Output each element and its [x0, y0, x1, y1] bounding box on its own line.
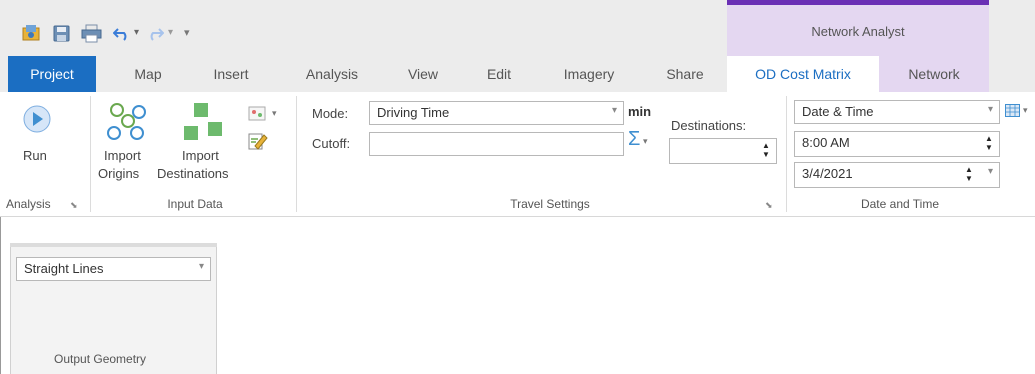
- stepper-arrows-icon[interactable]: ▲ ▼: [985, 134, 993, 152]
- calendar-dropdown-icon[interactable]: ▾: [1023, 105, 1028, 116]
- travel-settings-group-label: Travel Settings: [510, 197, 590, 211]
- group-separator: [90, 96, 91, 212]
- undo-dropdown-icon[interactable]: ▾: [134, 27, 139, 38]
- symbology-dropdown-icon[interactable]: ▾: [272, 108, 277, 119]
- project-icon[interactable]: [22, 24, 42, 42]
- mode-label: Mode:: [312, 106, 349, 121]
- accumulate-attributes-icon[interactable]: Σ: [628, 128, 640, 151]
- contextual-tab-group-label: Network Analyst: [811, 24, 905, 39]
- undo-icon[interactable]: [113, 25, 131, 41]
- stepper-arrows-icon[interactable]: ▲ ▼: [762, 141, 770, 159]
- tab-network[interactable]: Network: [879, 56, 989, 92]
- output-geometry-value: Straight Lines: [24, 261, 104, 276]
- stepper-arrows-icon[interactable]: ▲ ▼: [965, 165, 973, 183]
- quick-access-toolbar-right: [989, 0, 1035, 56]
- save-icon[interactable]: [53, 25, 71, 42]
- tab-insert[interactable]: Insert: [196, 56, 266, 92]
- tab-map[interactable]: Map: [118, 56, 178, 92]
- import-destinations-icon[interactable]: [184, 102, 226, 142]
- import-origins-label-line1[interactable]: Import: [104, 148, 141, 163]
- group-separator: [296, 96, 297, 212]
- accumulate-dropdown-icon[interactable]: ▾: [643, 136, 648, 147]
- import-destinations-label-line2[interactable]: Destinations: [157, 166, 229, 181]
- import-destinations-label-line1[interactable]: Import: [182, 148, 219, 163]
- edit-data-icon[interactable]: [248, 132, 268, 150]
- tab-imagery[interactable]: Imagery: [540, 56, 638, 92]
- analysis-dialog-launcher-icon[interactable]: ⬊: [70, 200, 78, 211]
- tab-od-cost-matrix[interactable]: OD Cost Matrix: [727, 56, 879, 92]
- customize-quick-access-icon[interactable]: ▾: [184, 26, 190, 39]
- tab-project[interactable]: Project: [8, 56, 96, 92]
- import-origins-icon[interactable]: [104, 102, 150, 142]
- import-origins-label-line2[interactable]: Origins: [98, 166, 139, 181]
- time-input-stepper[interactable]: 8:00 AM ▲ ▼: [794, 131, 1000, 157]
- date-value: 3/4/2021: [802, 166, 853, 181]
- calendar-icon[interactable]: [1005, 103, 1021, 118]
- cutoff-label: Cutoff:: [312, 136, 351, 151]
- chevron-down-icon: ▾: [198, 261, 204, 272]
- tab-share[interactable]: Share: [652, 56, 718, 92]
- chevron-down-icon: ▾: [987, 104, 993, 115]
- input-data-group-label: Input Data: [167, 197, 223, 211]
- date-time-type-dropdown[interactable]: Date & Time ▾: [794, 100, 1000, 124]
- output-geometry-group-label: Output Geometry: [54, 352, 147, 366]
- contextual-tab-accent-bar: [727, 0, 989, 5]
- output-geometry-dropdown[interactable]: Straight Lines ▾: [16, 257, 211, 281]
- cutoff-unit-label: min: [628, 104, 652, 119]
- date-picker-dropdown-icon[interactable]: ▾: [988, 166, 993, 177]
- travel-settings-dialog-launcher-icon[interactable]: ⬊: [765, 200, 773, 211]
- travel-mode-dropdown[interactable]: Driving Time ▾: [369, 101, 624, 125]
- redo-icon[interactable]: [146, 25, 164, 41]
- output-geometry-panel-top-edge: [10, 243, 217, 247]
- time-value: 8:00 AM: [802, 135, 850, 150]
- date-and-time-group-label: Date and Time: [860, 197, 940, 211]
- destinations-label: Destinations:: [671, 118, 747, 133]
- destinations-count-stepper[interactable]: ▲ ▼: [669, 138, 777, 164]
- redo-dropdown-icon[interactable]: ▾: [168, 27, 173, 38]
- quick-access-toolbar: [0, 0, 727, 56]
- analysis-group-label: Analysis: [6, 197, 51, 211]
- cutoff-input[interactable]: [369, 132, 624, 156]
- run-button-label[interactable]: Run: [23, 148, 47, 163]
- symbology-icon[interactable]: [248, 106, 268, 122]
- group-separator: [786, 96, 787, 212]
- tab-edit[interactable]: Edit: [472, 56, 526, 92]
- tab-analysis[interactable]: Analysis: [290, 56, 374, 92]
- travel-mode-value: Driving Time: [377, 105, 450, 120]
- chevron-down-icon: ▾: [611, 105, 617, 116]
- date-input-stepper[interactable]: 3/4/2021 ▲ ▼ ▾: [794, 162, 1000, 188]
- run-icon[interactable]: [22, 104, 52, 134]
- date-time-type-value: Date & Time: [802, 104, 874, 119]
- print-icon[interactable]: [81, 24, 103, 43]
- tab-view[interactable]: View: [392, 56, 454, 92]
